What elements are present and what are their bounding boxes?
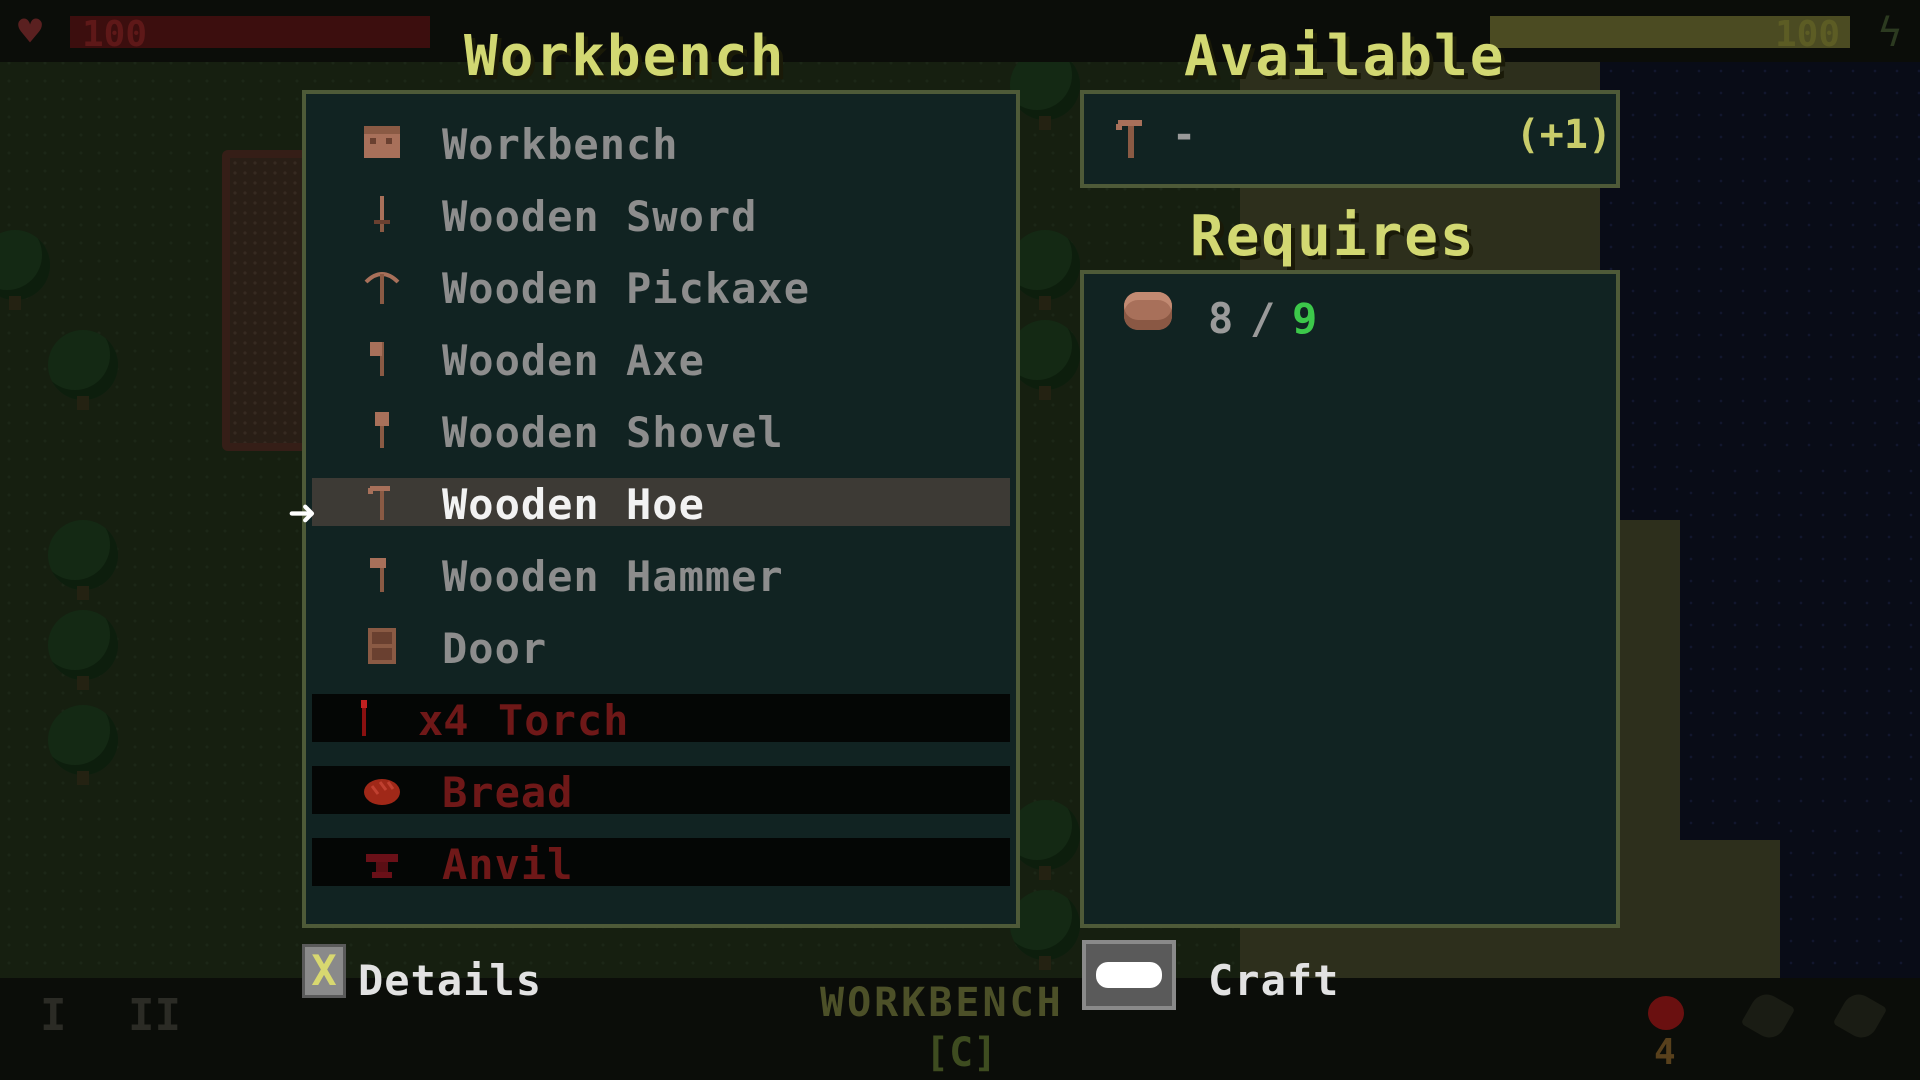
recipe-label: Wooden Sword bbox=[442, 192, 758, 241]
door-icon bbox=[362, 626, 402, 666]
recipe-label: Bread bbox=[442, 768, 574, 817]
recipe-item-wooden-hammer[interactable]: Wooden Hammer bbox=[312, 550, 1010, 601]
recipe-label: Workbench bbox=[442, 120, 679, 169]
recipe-item-workbench[interactable]: Workbench bbox=[312, 118, 1010, 169]
hotbar-slot-1-label: I bbox=[40, 990, 67, 1041]
space-key-icon[interactable] bbox=[1082, 940, 1176, 1010]
heart-icon: ♥ bbox=[18, 9, 43, 55]
recipe-item-bread[interactable]: Bread bbox=[312, 766, 1010, 817]
stamina-value: 100 bbox=[1774, 14, 1840, 55]
recipe-item-torch[interactable]: x4 Torch bbox=[312, 694, 1010, 745]
health-value: 100 bbox=[82, 14, 148, 55]
details-button-label[interactable]: Details bbox=[358, 956, 542, 1005]
hoe-icon bbox=[1116, 120, 1142, 158]
recipe-label: Wooden Pickaxe bbox=[442, 264, 811, 313]
recipe-list-panel: Workbench Wooden Sword Wooden Pickaxe Woode… bbox=[302, 90, 1020, 928]
lightning-bolt-icon: ϟ bbox=[1877, 10, 1902, 56]
requires-title: Requires bbox=[1190, 204, 1476, 269]
recipe-label: Wooden Shovel bbox=[442, 408, 784, 457]
plank-icon bbox=[1124, 292, 1172, 330]
apple-icon bbox=[1648, 996, 1684, 1030]
anvil-icon bbox=[362, 842, 402, 882]
craft-yield-bonus: (+1) bbox=[1515, 112, 1612, 158]
requirement-row: 8 / 9 bbox=[1124, 288, 1584, 348]
hoe-icon bbox=[362, 482, 402, 522]
recipe-item-wooden-sword[interactable]: Wooden Sword bbox=[312, 190, 1010, 241]
selection-arrow-icon: ➜ bbox=[288, 486, 316, 540]
requirement-separator: / bbox=[1250, 294, 1276, 343]
recipe-quantity: x4 bbox=[418, 696, 469, 745]
hammer-icon bbox=[362, 554, 402, 594]
available-count: - bbox=[1172, 112, 1197, 158]
torch-icon bbox=[344, 698, 384, 738]
recipe-item-anvil[interactable]: Anvil bbox=[312, 838, 1010, 889]
food-count: 4 bbox=[1654, 1032, 1676, 1073]
workbench-icon bbox=[362, 122, 402, 162]
recipe-item-wooden-pickaxe[interactable]: Wooden Pickaxe bbox=[312, 262, 1010, 313]
recipe-item-wooden-hoe[interactable]: Wooden Hoe bbox=[312, 478, 1010, 529]
bread-icon bbox=[362, 770, 402, 810]
recipe-label: Wooden Hammer bbox=[442, 552, 784, 601]
recipe-label: Anvil bbox=[442, 840, 574, 889]
axe-icon bbox=[362, 338, 402, 378]
recipe-item-wooden-shovel[interactable]: Wooden Shovel bbox=[312, 406, 1010, 457]
requires-panel: 8 / 9 bbox=[1080, 270, 1620, 928]
station-name: WORKBENCH bbox=[820, 980, 1064, 1026]
recipe-label: Wooden Axe bbox=[442, 336, 705, 385]
details-key-icon[interactable]: X bbox=[302, 944, 346, 998]
shovel-icon bbox=[362, 410, 402, 450]
recipe-label: Door bbox=[442, 624, 548, 673]
station-key-hint: [C] bbox=[925, 1030, 998, 1076]
recipe-label: Wooden Hoe bbox=[442, 480, 705, 529]
top-hud: ♥ 100 100 ϟ bbox=[0, 0, 1920, 62]
hotbar-slot-2-label: II bbox=[128, 990, 181, 1041]
requirement-have: 8 bbox=[1208, 294, 1234, 343]
recipe-item-door[interactable]: Door bbox=[312, 622, 1010, 673]
pickaxe-icon bbox=[362, 266, 402, 306]
recipe-label: Torch bbox=[498, 696, 630, 745]
recipe-item-wooden-axe[interactable]: Wooden Axe bbox=[312, 334, 1010, 385]
available-panel: - (+1) bbox=[1080, 90, 1620, 188]
sword-icon bbox=[362, 194, 402, 234]
craft-button-label[interactable]: Craft bbox=[1208, 956, 1339, 1005]
requirement-need: 9 bbox=[1292, 294, 1318, 343]
workbench-title: Workbench bbox=[464, 24, 786, 89]
available-title: Available bbox=[1184, 24, 1506, 89]
